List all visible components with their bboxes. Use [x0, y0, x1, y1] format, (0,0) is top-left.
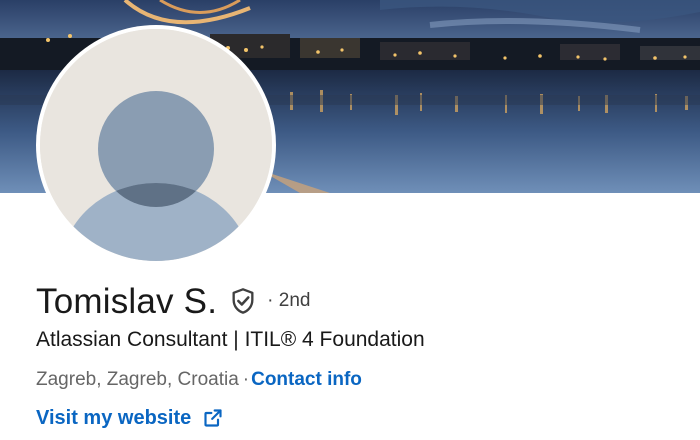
profile-name: Tomislav S.: [36, 282, 218, 321]
connection-degree: · 2nd: [267, 290, 311, 311]
separator-dot: ·: [242, 369, 250, 390]
contact-info-link[interactable]: Contact info: [251, 369, 362, 390]
name-row: Tomislav S. · 2nd: [36, 280, 310, 324]
profile-location: Zagreb, Zagreb, Croatia: [36, 369, 239, 390]
shield-check-icon[interactable]: [229, 287, 257, 315]
profile-headline: Atlassian Consultant | ITIL® 4 Foundatio…: [36, 328, 425, 351]
website-link-row[interactable]: Visit my website: [36, 404, 223, 432]
avatar-frame[interactable]: [36, 25, 276, 265]
external-link-icon[interactable]: [203, 408, 223, 428]
location-row: Zagreb, Zagreb, Croatia · Contact info: [36, 367, 362, 393]
profile-card: Tomislav S. · 2nd Atlassian Consultant |…: [0, 0, 700, 440]
default-person-icon: [40, 29, 272, 261]
visit-website-link[interactable]: Visit my website: [36, 404, 191, 432]
avatar[interactable]: [40, 29, 272, 261]
